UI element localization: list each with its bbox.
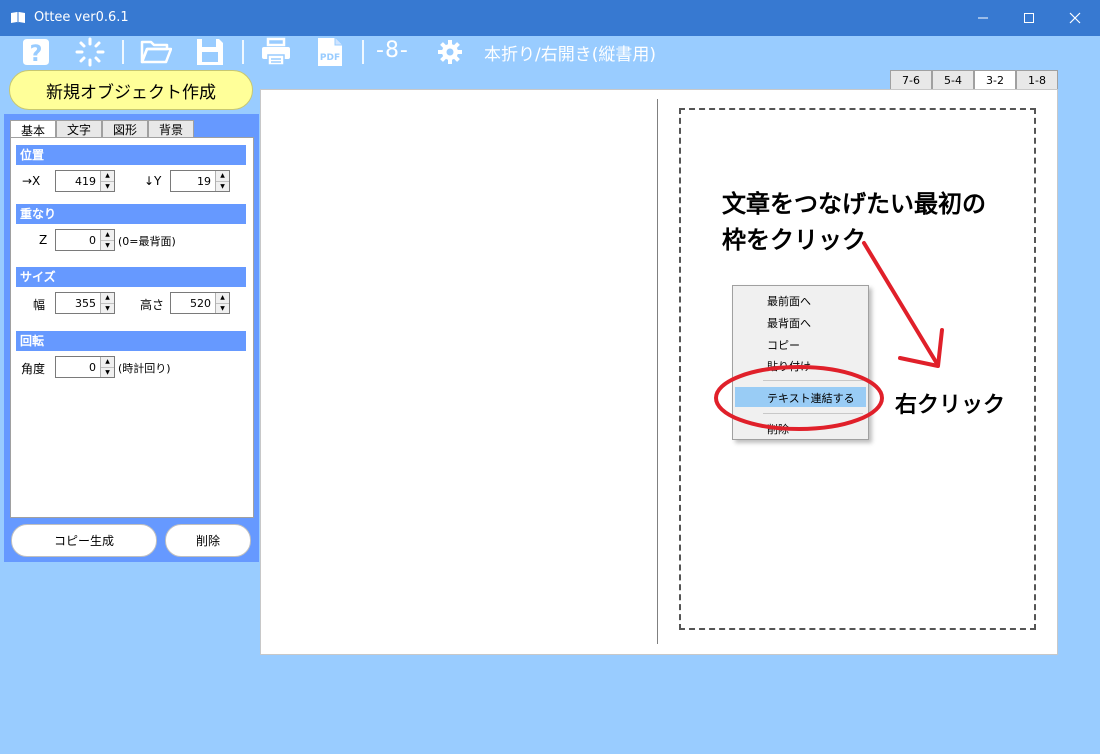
width-value: 355 (75, 296, 96, 310)
settings-button[interactable] (432, 36, 468, 68)
toolbar-separator (362, 40, 364, 64)
right-click-label: 右クリック (895, 393, 1006, 418)
up-arrow-icon[interactable]: ▲ (101, 357, 114, 368)
x-label: →X (22, 174, 41, 188)
menu-item-send-back[interactable]: 最背面へ (767, 315, 811, 331)
width-stepper[interactable]: 355 ▲ ▼ (55, 292, 115, 314)
delete-object-button[interactable]: 削除 (165, 524, 251, 557)
floppy-disk-icon (197, 39, 223, 65)
help-icon: ? (23, 39, 49, 67)
page-counter: -8- (376, 38, 409, 63)
instruction-text-line1: 文章をつなげたい最初の (722, 190, 986, 218)
fold-line (657, 99, 658, 644)
title-bar: Ottee ver0.6.1 (0, 0, 1100, 36)
tab-content-basic (10, 137, 254, 518)
book-icon (11, 12, 25, 23)
save-button[interactable] (190, 36, 230, 68)
menu-item-link-text[interactable]: テキスト連結する (767, 390, 855, 406)
menu-separator (763, 413, 863, 414)
tab-background[interactable]: 背景 (148, 120, 195, 138)
y-label: ↓Y (144, 174, 162, 188)
x-stepper[interactable]: 419 ▲ ▼ (55, 170, 115, 192)
property-tabs: 基本 文字 図形 背景 (10, 120, 195, 139)
down-arrow-icon[interactable]: ▼ (216, 181, 229, 191)
minimize-icon (978, 17, 988, 19)
section-overlap-header: 重なり (16, 204, 246, 224)
up-arrow-icon[interactable]: ▲ (101, 230, 114, 241)
page-tabs: 7-6 5-4 3-2 1-8 (890, 70, 1058, 90)
height-value: 520 (190, 296, 211, 310)
y-value: 19 (197, 174, 211, 188)
open-button[interactable] (136, 36, 176, 68)
tab-page-3-2[interactable]: 3-2 (974, 70, 1016, 90)
tab-page-5-4[interactable]: 5-4 (932, 70, 974, 89)
window-title: Ottee ver0.6.1 (34, 10, 129, 25)
height-label: 高さ (140, 298, 165, 312)
y-stepper[interactable]: 19 ▲ ▼ (170, 170, 230, 192)
z-note: (0=最背面) (118, 235, 176, 248)
help-button[interactable]: ? (16, 36, 56, 68)
print-button[interactable] (256, 36, 296, 68)
down-arrow-icon[interactable]: ▼ (101, 181, 114, 191)
angle-stepper[interactable]: 0 ▲ ▼ (55, 356, 115, 378)
toolbar-separator (122, 40, 124, 64)
up-arrow-icon[interactable]: ▲ (216, 293, 229, 304)
up-arrow-icon[interactable]: ▲ (101, 293, 114, 304)
z-value: 0 (89, 233, 96, 247)
tab-text[interactable]: 文字 (56, 120, 103, 138)
toolbar-separator (242, 40, 244, 64)
minimize-button[interactable] (960, 0, 1006, 36)
down-arrow-icon[interactable]: ▼ (101, 303, 114, 313)
angle-value: 0 (89, 360, 96, 374)
close-button[interactable] (1052, 0, 1098, 36)
svg-text:?: ? (30, 42, 43, 67)
pdf-export-button[interactable]: PDF (310, 36, 350, 68)
spinner-icon (75, 37, 105, 67)
maximize-icon (1024, 13, 1034, 23)
new-object-button[interactable]: 新規オブジェクト作成 (9, 70, 253, 110)
angle-note: (時計回り) (118, 362, 171, 375)
up-arrow-icon[interactable]: ▲ (101, 171, 114, 182)
folder-open-icon (140, 40, 172, 64)
maximize-button[interactable] (1006, 0, 1052, 36)
section-position-header: 位置 (16, 145, 246, 165)
menu-item-paste[interactable]: 貼り付け (767, 358, 811, 374)
context-menu: 最前面へ 最背面へ コピー 貼り付け テキスト連結する 削除 (732, 285, 869, 440)
down-arrow-icon[interactable]: ▼ (101, 367, 114, 377)
printer-icon (262, 37, 290, 66)
close-icon (1069, 12, 1081, 24)
down-arrow-icon[interactable]: ▼ (216, 303, 229, 313)
menu-item-delete[interactable]: 削除 (767, 421, 789, 437)
tab-shape[interactable]: 図形 (102, 120, 149, 138)
z-stepper[interactable]: 0 ▲ ▼ (55, 229, 115, 251)
menu-separator (763, 380, 863, 381)
tab-page-1-8[interactable]: 1-8 (1016, 70, 1058, 89)
pdf-file-icon: PDF (318, 38, 342, 66)
loading-button[interactable] (70, 36, 110, 68)
height-stepper[interactable]: 520 ▲ ▼ (170, 292, 230, 314)
tab-page-7-6[interactable]: 7-6 (890, 70, 932, 89)
z-label: Z (39, 233, 48, 247)
up-arrow-icon[interactable]: ▲ (216, 171, 229, 182)
down-arrow-icon[interactable]: ▼ (101, 240, 114, 250)
section-rotation-header: 回転 (16, 331, 246, 351)
copy-object-button[interactable]: コピー生成 (11, 524, 157, 557)
svg-text:PDF: PDF (320, 53, 340, 63)
instruction-text-line2: 枠をクリック (722, 226, 866, 254)
menu-item-copy[interactable]: コピー (767, 337, 800, 353)
x-value: 419 (75, 174, 96, 188)
width-label: 幅 (33, 298, 46, 312)
binding-mode-label: 本折り/右開き(縦書用) (484, 45, 656, 65)
section-size-header: サイズ (16, 267, 246, 287)
angle-label: 角度 (21, 362, 46, 376)
menu-item-bring-front[interactable]: 最前面へ (767, 293, 811, 309)
gear-icon (438, 40, 462, 64)
